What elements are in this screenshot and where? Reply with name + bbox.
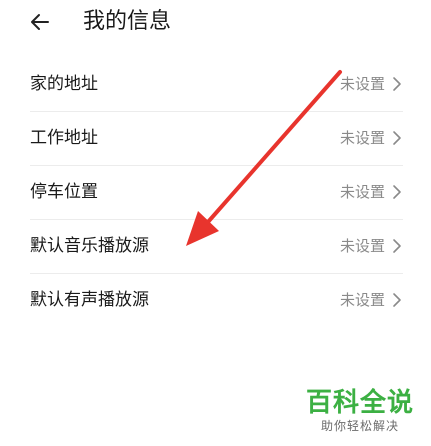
header-bar: 我的信息 [0,0,431,48]
settings-list: 家的地址 未设置 工作地址 未设置 停车位置 未设置 默认音乐播放源 未设置 默… [0,58,431,328]
setting-value: 未设置 [339,183,385,201]
setting-label: 默认音乐播放源 [30,236,149,256]
watermark-tagline: 助你轻松解决 [320,419,399,433]
setting-row-default-music-source[interactable]: 默认音乐播放源 未设置 [0,220,431,274]
setting-row-parking-location[interactable]: 停车位置 未设置 [0,166,431,220]
setting-row-work-address[interactable]: 工作地址 未设置 [0,112,431,166]
back-button[interactable] [26,8,54,36]
chevron-right-icon [393,77,401,91]
setting-label: 默认有声播放源 [30,290,149,310]
arrow-left-icon [31,14,49,30]
setting-label: 停车位置 [30,182,98,202]
chevron-right-icon [393,131,401,145]
chevron-right-icon [393,293,401,307]
watermark-logo-text: 百科全说 [305,388,414,418]
chevron-right-icon [393,239,401,253]
setting-value: 未设置 [339,129,385,147]
setting-value: 未设置 [339,75,385,93]
setting-row-default-audio-source[interactable]: 默认有声播放源 未设置 [0,274,431,328]
setting-label: 工作地址 [30,128,98,148]
setting-value: 未设置 [339,237,385,255]
watermark: 百科全说 助你轻松解决 [305,388,415,434]
setting-value: 未设置 [339,291,385,309]
page-title: 我的信息 [83,9,172,34]
setting-row-home-address[interactable]: 家的地址 未设置 [0,58,431,112]
chevron-right-icon [393,185,401,199]
setting-label: 家的地址 [30,74,98,94]
